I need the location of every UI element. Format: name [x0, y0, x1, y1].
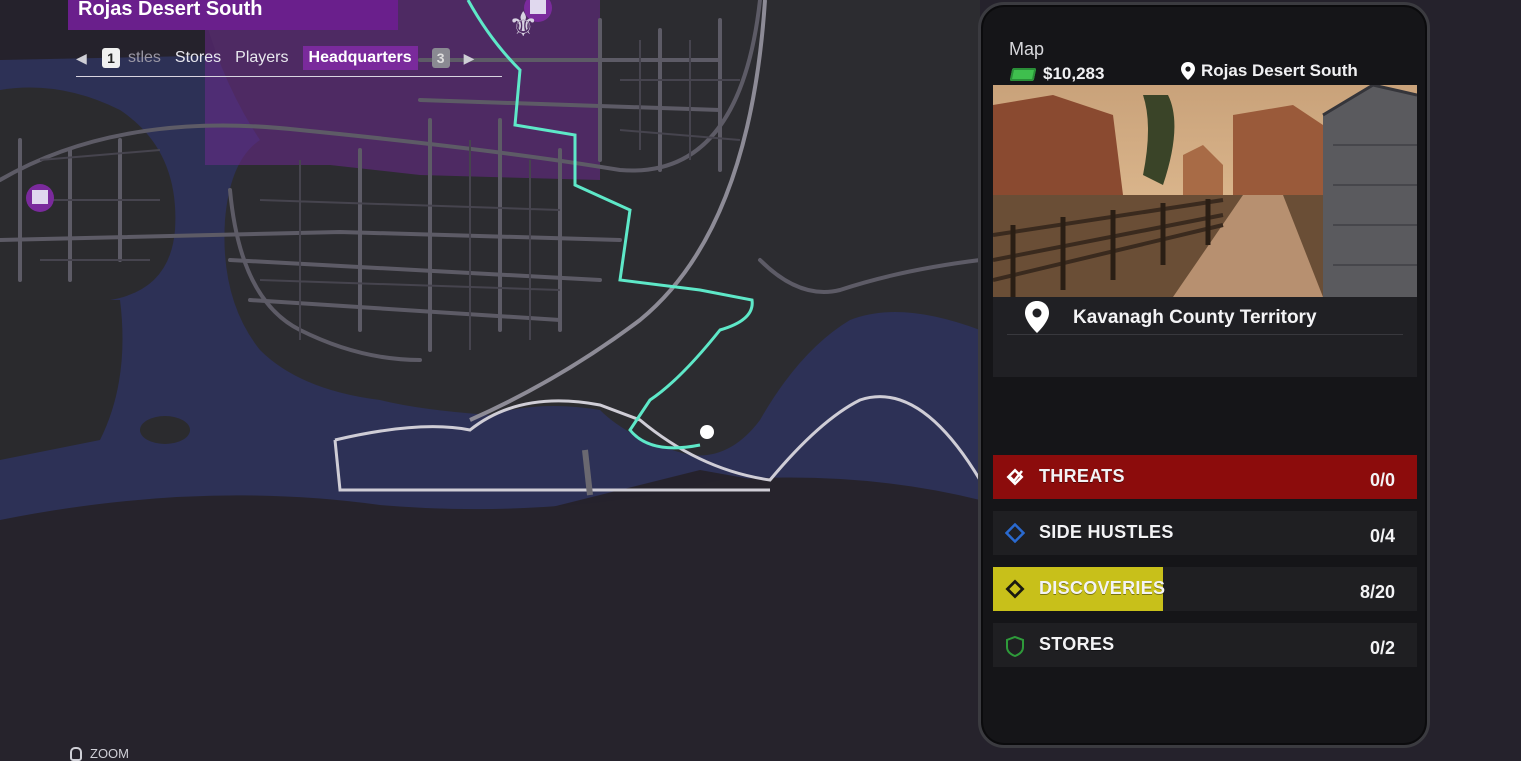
- tab-right-key: 3: [431, 48, 450, 68]
- region-title: Rojas Desert South: [68, 0, 398, 28]
- location-name: Rojas Desert South: [1201, 61, 1358, 80]
- stat-label: DISCOVERIES: [1039, 578, 1166, 598]
- stat-count: 8/20: [1359, 582, 1395, 602]
- tab-left-arrow-icon[interactable]: ◀: [76, 50, 88, 67]
- territory-photo: [993, 85, 1417, 297]
- money-amount: $10,283: [1043, 64, 1105, 83]
- cash-icon: [1009, 67, 1037, 81]
- stat-row-discoveries[interactable]: DISCOVERIES 8/20: [993, 567, 1417, 611]
- map-info-panel: Map $10,283 Rojas Desert South Kavanagh …: [978, 2, 1430, 748]
- player-marker: [700, 425, 714, 439]
- stat-count: 0/4: [1369, 526, 1395, 546]
- side-hustle-diamond-icon: [1004, 522, 1026, 544]
- zoom-hint: ZOOM: [70, 746, 129, 761]
- territory-name: Kavanagh County Territory: [1073, 307, 1317, 328]
- tab-right-arrow-icon[interactable]: ▶: [464, 50, 476, 67]
- territory-info: Kavanagh County Territory: [993, 297, 1417, 377]
- panel-title: Map: [1009, 39, 1045, 59]
- stat-row-stores[interactable]: STORES 0/2: [993, 623, 1417, 667]
- money-display: $10,283: [1009, 64, 1105, 84]
- stat-count: 0/0: [1369, 470, 1395, 490]
- tab-hustles-partial[interactable]: stles: [128, 49, 161, 67]
- store-shield-icon: [1005, 635, 1025, 658]
- stat-label: STORES: [1039, 634, 1115, 654]
- stat-label: SIDE HUSTLES: [1039, 522, 1174, 542]
- mouse-icon: [70, 746, 82, 761]
- tab-left-key: 1: [102, 48, 120, 68]
- stat-label: THREATS: [1039, 466, 1125, 486]
- tab-players[interactable]: Players: [235, 49, 288, 67]
- territory-divider: [1007, 334, 1403, 335]
- zoom-label: ZOOM: [90, 746, 129, 761]
- stat-row-threats[interactable]: THREATS 0/0: [993, 455, 1417, 499]
- fleur-de-lis-icon: ⚜: [508, 5, 538, 45]
- stat-count: 0/2: [1369, 638, 1395, 658]
- tab-stores[interactable]: Stores: [175, 49, 221, 67]
- location-pin-icon: [1181, 62, 1195, 80]
- threat-check-icon: [1005, 467, 1025, 487]
- tab-headquarters[interactable]: Headquarters: [302, 46, 418, 70]
- stat-row-side-hustles[interactable]: SIDE HUSTLES 0/4: [993, 511, 1417, 555]
- current-location: Rojas Desert South: [1181, 61, 1358, 81]
- discovery-diamond-icon: [1005, 579, 1025, 599]
- map-filter-tabs: ◀ 1 stles Stores Players Headquarters 3 …: [76, 40, 502, 77]
- headquarters-map-icon: [26, 184, 54, 212]
- map-pin-icon: [1025, 301, 1049, 333]
